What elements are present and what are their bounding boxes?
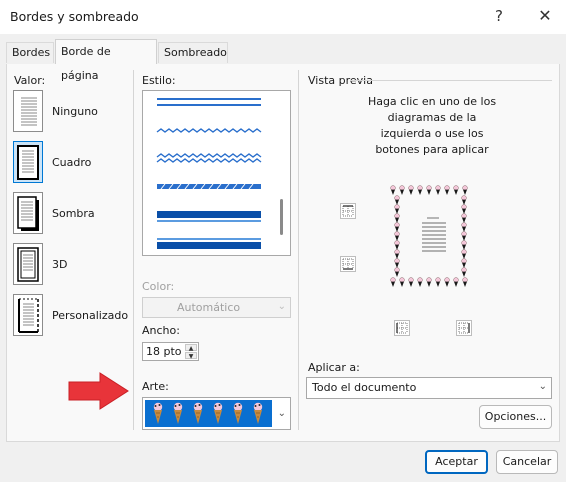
width-label: Ancho:	[142, 324, 180, 337]
title-bar: Bordes y sombreado ? ✕	[0, 0, 566, 34]
setting-3d-thumb[interactable]	[13, 243, 43, 285]
tab-borde-de-pagina[interactable]: Borde de página	[55, 39, 157, 82]
border-right-icon	[458, 322, 470, 334]
style-list[interactable]	[142, 90, 291, 256]
chevron-down-icon: ⌄	[277, 301, 286, 312]
setting-ninguno-thumb[interactable]	[13, 90, 43, 132]
page-shadow-icon	[17, 196, 39, 231]
setting-personalizado-label[interactable]: Personalizado	[52, 309, 128, 322]
style-list-scrollbar[interactable]	[280, 199, 283, 235]
style-wave	[156, 128, 262, 133]
width-value: 18 pto	[146, 345, 182, 358]
tab-bordes[interactable]: Bordes	[6, 42, 54, 63]
preview-bottom-border	[390, 277, 468, 288]
preview-rule	[350, 80, 552, 81]
border-left-icon	[396, 322, 408, 334]
style-thick-thin	[157, 211, 261, 218]
apply-to-dropdown[interactable]: Todo el documento ⌄	[306, 377, 552, 399]
chevron-down-icon: ⌄	[277, 408, 286, 419]
page-box-icon	[17, 145, 39, 180]
color-value: Automático	[177, 301, 241, 314]
ice-cream-pattern-icon	[153, 402, 263, 425]
help-button[interactable]: ?	[484, 2, 514, 30]
apply-to-value: Todo el documento	[312, 381, 417, 394]
style-label: Estilo:	[142, 74, 176, 87]
setting-personalizado-thumb[interactable]	[13, 294, 43, 336]
color-dropdown[interactable]: Automático ⌄	[142, 297, 291, 318]
art-dropdown[interactable]: ⌄	[142, 397, 291, 430]
separator-left	[133, 70, 134, 430]
close-button[interactable]: ✕	[530, 2, 560, 30]
chevron-down-icon: ⌄	[538, 381, 547, 392]
tab-sombreado[interactable]: Sombreado	[158, 42, 228, 63]
preview-right-border	[461, 195, 467, 278]
bottom-border-button[interactable]	[340, 256, 356, 272]
setting-sombra-thumb[interactable]	[13, 192, 43, 234]
annotation-arrow	[68, 372, 129, 410]
style-list-lines	[156, 98, 262, 249]
preview-instructions: Haga clic en uno de los diagramas de la …	[367, 95, 497, 156]
width-stepper[interactable]: 18 pto ▲ ▼	[142, 342, 199, 361]
style-double-wave	[156, 153, 262, 158]
right-border-button[interactable]	[456, 320, 472, 336]
page-none-icon	[21, 97, 37, 126]
setting-3d-label[interactable]: 3D	[52, 258, 67, 271]
preview-left-border	[394, 195, 400, 278]
spin-down-icon[interactable]: ▼	[185, 352, 197, 360]
separator-right	[298, 70, 299, 430]
cancel-button[interactable]: Cancelar	[496, 450, 558, 474]
art-label: Arte:	[142, 380, 169, 393]
setting-label: Valor:	[14, 74, 46, 87]
setting-ninguno-label[interactable]: Ninguno	[52, 105, 98, 118]
top-border-button[interactable]	[340, 203, 356, 219]
style-thin-thick	[157, 238, 261, 240]
page-3d-icon	[17, 247, 39, 282]
dialog-title: Bordes y sombreado	[10, 9, 139, 24]
apply-to-label: Aplicar a:	[308, 361, 360, 374]
border-bottom-icon	[342, 258, 354, 270]
art-preview-strip	[145, 400, 272, 427]
preview-text-lines	[422, 217, 446, 252]
page-custom-icon	[18, 298, 39, 333]
setting-cuadro-label[interactable]: Cuadro	[52, 156, 91, 169]
left-border-button[interactable]	[394, 320, 410, 336]
setting-cuadro-thumb[interactable]	[13, 141, 43, 183]
spin-up-icon[interactable]: ▲	[185, 344, 197, 352]
border-top-icon	[342, 205, 354, 217]
width-stepper-arrows: ▲ ▼	[185, 344, 197, 360]
preview-page[interactable]	[381, 184, 481, 290]
options-button[interactable]: Opciones...	[479, 405, 552, 429]
color-label: Color:	[142, 280, 175, 293]
ok-button[interactable]: Aceptar	[425, 450, 488, 474]
preview-top-border	[390, 185, 468, 196]
setting-sombra-label[interactable]: Sombra	[52, 207, 95, 220]
